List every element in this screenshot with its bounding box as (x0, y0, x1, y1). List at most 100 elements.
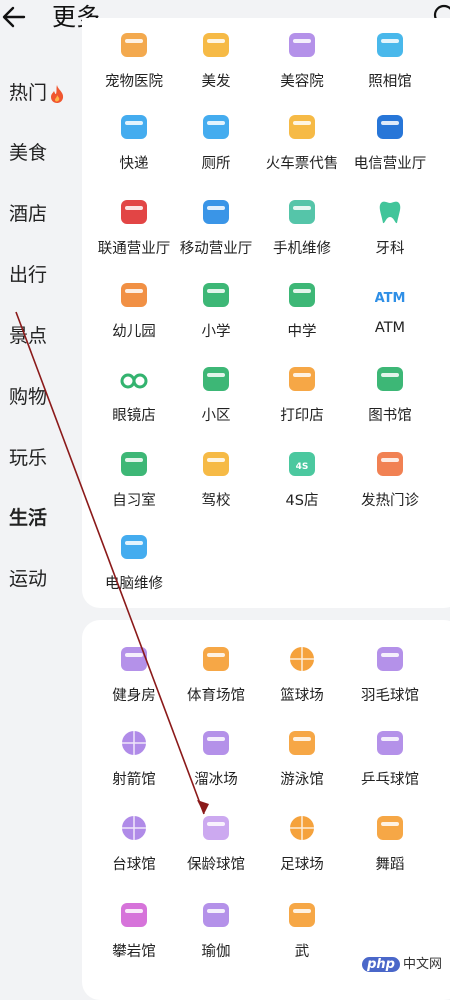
grid-item[interactable]: 保龄球馆 (170, 813, 262, 889)
grid-item-label: 足球场 (280, 857, 324, 873)
grid-item[interactable]: 游泳馆 (256, 728, 348, 804)
kindergarten-icon (121, 283, 147, 307)
grid-item[interactable]: 移动营业厅 (170, 197, 262, 273)
archery-icon (122, 731, 146, 755)
sidebar-item-fun[interactable]: 玩乐 (9, 443, 47, 470)
grid-item[interactable]: 联通营业厅 (88, 197, 180, 273)
grid-item-label: 美容院 (280, 74, 324, 90)
grid-item[interactable]: 瑜伽 (170, 900, 262, 976)
sidebar-item-sports[interactable]: 运动 (9, 564, 47, 591)
grid-item[interactable]: 手机维修 (256, 197, 348, 273)
sidebar-item-hot[interactable]: 热门 (9, 78, 66, 105)
beauty-salon-icon (289, 33, 315, 57)
grid-item[interactable]: 眼镜店 (88, 364, 180, 440)
back-arrow-icon[interactable] (0, 2, 30, 32)
watermark-badge: php (362, 957, 400, 972)
grid-item-label: 保龄球馆 (187, 857, 245, 873)
grid-item[interactable]: 图书馆 (344, 364, 436, 440)
grid-item-label: 移动营业厅 (179, 241, 253, 257)
grid-item[interactable]: 宠物医院 (88, 30, 180, 106)
grid-item[interactable]: 火车票代售 (256, 112, 348, 188)
grid-item-label: 小区 (201, 408, 231, 424)
grid-item[interactable]: 乒乓球馆 (344, 728, 436, 804)
library-icon (377, 367, 403, 391)
grid-item-label: 火车票代售 (265, 156, 339, 172)
grid-item-label: 电脑维修 (105, 576, 163, 592)
grid-item[interactable]: 驾校 (170, 449, 262, 525)
grid-item[interactable]: 自习室 (88, 449, 180, 525)
toilet-icon (203, 115, 229, 139)
hair-salon-icon (203, 33, 229, 57)
grid-item[interactable]: 小学 (170, 280, 262, 356)
sidebar-item-scenic[interactable]: 景点 (9, 321, 47, 348)
photo-studio-icon (377, 33, 403, 57)
grid-item[interactable]: 美发 (170, 30, 262, 106)
grid-item-label: 瑜伽 (201, 944, 231, 960)
mobile-icon (203, 200, 229, 224)
grid-item[interactable]: 台球馆 (88, 813, 180, 889)
atm-icon: ATM (375, 291, 405, 306)
sidebar-item-life[interactable]: 生活 (9, 503, 47, 530)
fever-clinic-icon (377, 452, 403, 476)
grid-item[interactable]: 照相馆 (344, 30, 436, 106)
grid-item[interactable]: 幼儿园 (88, 280, 180, 356)
dental-icon (379, 201, 401, 224)
dance-icon (377, 816, 403, 840)
grid-item-label: 溜冰场 (194, 772, 238, 788)
train-ticket-icon (289, 115, 315, 139)
grid-item[interactable]: 健身房 (88, 644, 180, 720)
football-icon (290, 816, 314, 840)
grid-item[interactable]: 快递 (88, 112, 180, 188)
grid-item-label: 舞蹈 (375, 857, 405, 873)
grid-item[interactable]: 厕所 (170, 112, 262, 188)
grid-item[interactable]: 篮球场 (256, 644, 348, 720)
grid-item-label: 小学 (201, 324, 231, 340)
grid-item[interactable]: 中学 (256, 280, 348, 356)
grid-item[interactable]: 小区 (170, 364, 262, 440)
grid-item-label: 图书馆 (368, 408, 412, 424)
grid-item[interactable]: 射箭馆 (88, 728, 180, 804)
climbing-icon (121, 903, 147, 927)
grid-item[interactable]: 发热门诊 (344, 449, 436, 525)
grid-item[interactable]: 武 (256, 900, 348, 976)
grid-item[interactable]: 足球场 (256, 813, 348, 889)
glasses-icon (120, 373, 148, 389)
grid-item[interactable]: 美容院 (256, 30, 348, 106)
grid-item-label: 照相馆 (368, 74, 412, 90)
watermark-text: 中文网 (402, 957, 442, 972)
bowling-icon (203, 816, 229, 840)
grid-item[interactable]: 体育场馆 (170, 644, 262, 720)
telecom-icon (377, 115, 403, 139)
grid-item[interactable]: 电信营业厅 (344, 112, 436, 188)
study-room-icon (121, 452, 147, 476)
grid-item-label: 羽毛球馆 (361, 688, 419, 704)
grid-item-label: 美发 (201, 74, 231, 90)
grid-item-label: ATM (374, 320, 406, 336)
driving-school-icon (203, 452, 229, 476)
gym-icon (121, 647, 147, 671)
grid-item[interactable]: ATM ATM (344, 280, 436, 356)
grid-item[interactable]: 牙科 (344, 197, 436, 273)
grid-item[interactable]: 攀岩馆 (88, 900, 180, 976)
sidebar-item-label: 热门 (9, 82, 48, 104)
grid-item[interactable]: 舞蹈 (344, 813, 436, 889)
grid-item[interactable]: 4S 4S店 (256, 449, 348, 525)
sidebar-item-shopping[interactable]: 购物 (9, 382, 47, 409)
primary-school-icon (203, 283, 229, 307)
express-icon (121, 115, 147, 139)
table-tennis-icon (377, 731, 403, 755)
grid-item[interactable]: 电脑维修 (88, 532, 180, 608)
grid-item-label: 驾校 (201, 493, 231, 509)
sidebar-item-travel[interactable]: 出行 (9, 260, 47, 287)
sidebar-item-hotel[interactable]: 酒店 (9, 199, 47, 226)
grid-item-label: 篮球场 (280, 688, 324, 704)
car-dealer-icon: 4S (289, 452, 315, 476)
sidebar-item-food[interactable]: 美食 (9, 138, 47, 165)
grid-item[interactable]: 打印店 (256, 364, 348, 440)
computer-repair-icon (121, 535, 147, 559)
grid-item[interactable]: 溜冰场 (170, 728, 262, 804)
grid-item[interactable]: 羽毛球馆 (344, 644, 436, 720)
billiards-icon (122, 816, 146, 840)
life-services-card: 宠物医院美发 美容院 照相馆快递 厕所 火车票代售 电信营业厅联通营业厅 移动营业厅 手机维修… (82, 18, 450, 608)
grid-item-label: 4S店 (285, 493, 319, 509)
